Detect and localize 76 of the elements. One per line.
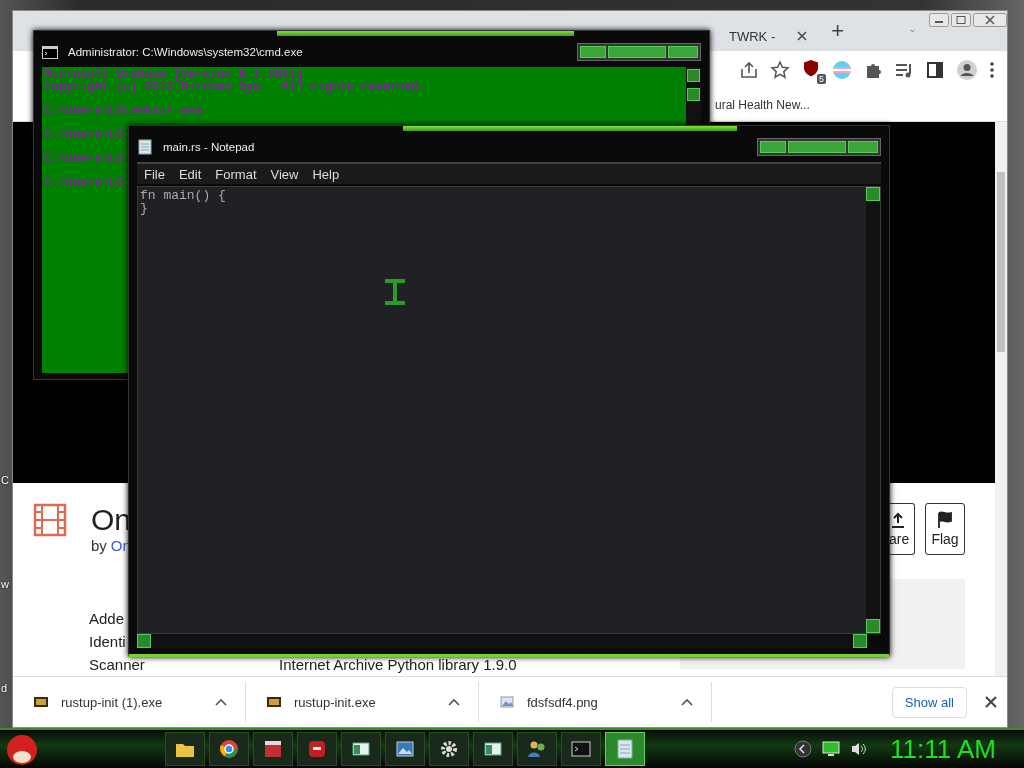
share-button[interactable]: are bbox=[889, 503, 915, 555]
share-icon[interactable] bbox=[739, 60, 759, 80]
scroll-thumb[interactable] bbox=[687, 88, 700, 101]
shield-icon[interactable] bbox=[803, 59, 819, 77]
taskbar-button[interactable] bbox=[165, 732, 205, 767]
show-all-button[interactable]: Show all bbox=[891, 686, 967, 718]
caret-up-icon[interactable] bbox=[448, 698, 460, 706]
scrollbar[interactable] bbox=[995, 122, 1007, 676]
taskbar-button[interactable] bbox=[473, 732, 513, 767]
taskbar-button[interactable] bbox=[341, 732, 381, 767]
desktop-icon-label[interactable]: d bbox=[1, 682, 8, 694]
field-value: Internet Archive Python library 1.9.0 bbox=[279, 655, 517, 675]
browser-icon bbox=[218, 738, 240, 761]
flag-button[interactable]: Flag bbox=[925, 503, 965, 555]
text-cursor-icon bbox=[382, 278, 408, 306]
scrollbar[interactable] bbox=[137, 634, 867, 648]
console-line: Microsoft Windows [Version 6.1.7601] bbox=[44, 69, 304, 81]
new-tab-button[interactable]: + bbox=[831, 18, 845, 44]
console-line: C:\Users\LO bbox=[44, 175, 124, 189]
close-icon[interactable] bbox=[973, 13, 1007, 27]
menu-item[interactable]: Edit bbox=[178, 166, 202, 182]
scrollbar[interactable] bbox=[866, 187, 880, 633]
orb-icon bbox=[5, 732, 39, 767]
browser-tab[interactable]: TWRK - bbox=[711, 21, 818, 51]
taskbar-button[interactable] bbox=[605, 732, 645, 767]
code-line: } bbox=[140, 202, 149, 215]
download-item[interactable]: rustup-init (1).exe bbox=[13, 682, 246, 722]
terminal-icon bbox=[42, 45, 58, 59]
notepad-icon bbox=[137, 139, 153, 155]
byline-label: by bbox=[91, 537, 107, 554]
menu-icon[interactable] bbox=[989, 61, 995, 79]
menu-item[interactable]: Help bbox=[312, 166, 340, 182]
speaker-icon[interactable] bbox=[850, 741, 868, 758]
profile-icon[interactable] bbox=[956, 59, 978, 81]
side-panel-icon[interactable] bbox=[925, 60, 945, 80]
desktop-icon-label[interactable]: w bbox=[1, 578, 9, 590]
menu-item[interactable]: File bbox=[144, 166, 165, 182]
taskbar-button[interactable] bbox=[429, 732, 469, 767]
download-item[interactable]: rustup-init.exe bbox=[246, 682, 479, 722]
notepad-icon bbox=[614, 738, 636, 761]
minimize-icon[interactable] bbox=[929, 13, 949, 27]
star-icon[interactable] bbox=[770, 60, 790, 80]
clock[interactable]: 11:11 AM bbox=[890, 733, 996, 765]
close-icon[interactable] bbox=[797, 31, 808, 41]
chevron-left-icon[interactable] bbox=[794, 740, 812, 759]
program-file-icon bbox=[33, 694, 49, 710]
bookmark-link[interactable]: ural Health New... bbox=[715, 98, 810, 112]
monitor-icon[interactable] bbox=[822, 741, 840, 758]
field-label: Adde bbox=[89, 609, 126, 629]
taskbar-button[interactable] bbox=[517, 732, 557, 767]
download-item[interactable]: fdsfsdf4.png bbox=[479, 682, 712, 722]
image-file-icon bbox=[499, 694, 515, 710]
taskbar-button[interactable] bbox=[385, 732, 425, 767]
code-line: fn main() { bbox=[140, 189, 227, 202]
console-line: C:\Users\LOL>mkdir ass bbox=[44, 103, 203, 117]
menu-item[interactable]: View bbox=[270, 166, 299, 182]
console-line: C:\Users\LO bbox=[44, 151, 124, 165]
caret-up-icon[interactable] bbox=[215, 698, 227, 706]
desktop-icon-label[interactable]: C bbox=[1, 474, 9, 486]
extension-badge: 5 bbox=[817, 74, 826, 84]
close-icon[interactable] bbox=[985, 696, 997, 708]
console-line: Copyright (c) 2012 Dilchad Sys. All rights reserved. bbox=[44, 81, 426, 93]
field-label: Scanner bbox=[89, 655, 146, 675]
flag-icon bbox=[936, 511, 954, 529]
taskbar-button[interactable] bbox=[209, 732, 249, 767]
field-label: Identi bbox=[89, 632, 127, 652]
maximize-icon[interactable] bbox=[951, 13, 971, 27]
caret-up-icon[interactable] bbox=[681, 698, 693, 706]
taskbar-button[interactable] bbox=[253, 732, 293, 767]
share-icon bbox=[889, 511, 907, 529]
program-file-icon bbox=[266, 694, 282, 710]
film-icon bbox=[33, 503, 67, 537]
window-title: Administrator: C:\Windows\system32\cmd.exe bbox=[68, 46, 303, 58]
window-title: main.rs - Notepad bbox=[163, 141, 255, 153]
menu-item[interactable]: Format bbox=[215, 166, 257, 182]
console-line: C:\Users\LO bbox=[44, 127, 124, 141]
